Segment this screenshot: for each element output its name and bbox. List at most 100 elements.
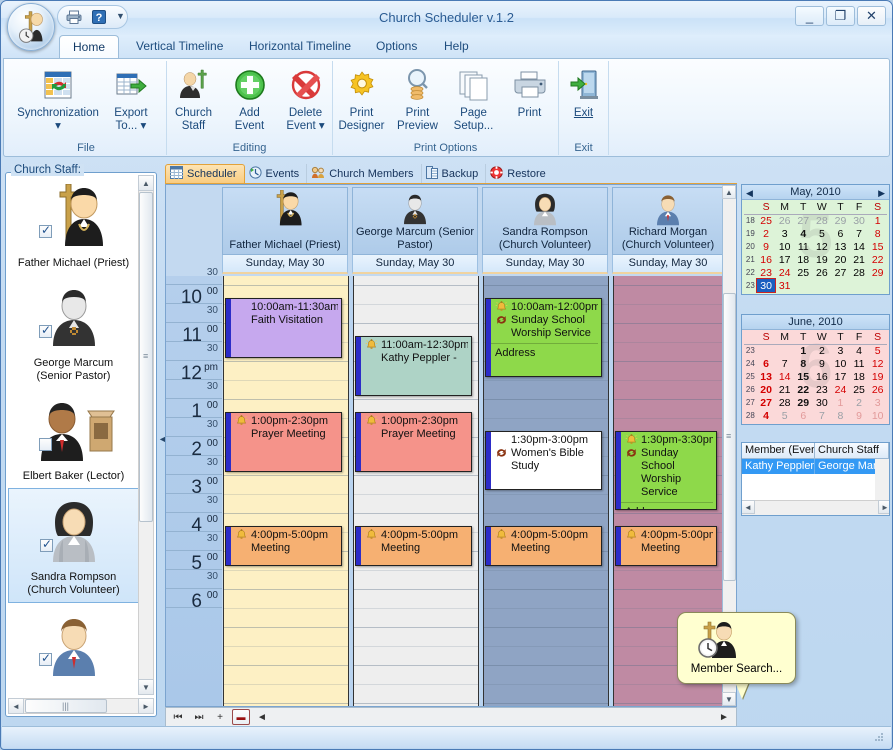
scroll-thumb[interactable]: ≡ [139, 192, 153, 522]
staff-checkbox[interactable] [39, 438, 52, 451]
scroll-left-arrow[interactable]: ◄ [253, 709, 271, 725]
add-event-button[interactable]: Add Event [222, 61, 278, 133]
calendar-day-cell[interactable]: 5 [813, 227, 832, 240]
calendar-day-cell[interactable]: 26 [775, 214, 794, 227]
calendar-day-cell[interactable]: 29 [831, 214, 850, 227]
resize-grip-icon[interactable] [873, 731, 887, 745]
member-search-results-grid[interactable]: Member (Ever Church Staff Kathy Peppler … [741, 442, 890, 516]
grid-row[interactable]: Kathy Peppler George Marcu [742, 459, 889, 474]
calendar-day-cell[interactable]: 3 [868, 396, 887, 409]
staff-checkbox[interactable] [39, 323, 52, 338]
calendar-day-cell[interactable]: 3 [775, 227, 794, 240]
calendar-event[interactable]: 10:00am-11:30am Faith Visitation [225, 298, 342, 358]
calendar-day-cell[interactable]: 18 [794, 253, 813, 266]
calendar-june-2010[interactable]: June, 2010 6 S M T W T F S 23 1 2 3 4 5 24 6 7 8 9… [741, 314, 890, 425]
calendar-day-cell[interactable]: 9 [850, 409, 869, 422]
calendar-day-cell[interactable]: 14 [775, 370, 794, 383]
calendar-day-cell[interactable]: 17 [775, 253, 794, 266]
calendar-day-cell[interactable]: 2 [850, 396, 869, 409]
calendar-day-cell[interactable]: 23 [757, 266, 776, 279]
staff-checkbox[interactable] [40, 537, 53, 552]
print-designer-button[interactable]: Print Designer [334, 61, 390, 133]
calendar-day-cell[interactable]: 9 [813, 357, 832, 370]
grid-column-header-member[interactable]: Member (Ever [742, 443, 815, 459]
calendar-day-cell[interactable]: 30 [755, 278, 777, 293]
calendar-event[interactable]: 4:00pm-5:00pm Meeting [615, 526, 717, 566]
staff-item-richard-morgan[interactable] [8, 603, 139, 687]
calendar-day-cell[interactable]: 12 [813, 240, 832, 253]
column-header-sandra-rompson[interactable]: Sandra Rompson (Church Volunteer) Sunday… [482, 187, 608, 276]
calendar-day-cell[interactable]: 2 [813, 344, 832, 357]
calendar-day-cell[interactable]: 1 [868, 214, 887, 227]
ribbon-tab-home[interactable]: Home [59, 35, 120, 58]
calendar-day-cell[interactable]: 5 [775, 409, 794, 422]
calendar-day-cell[interactable]: 31 [775, 279, 794, 292]
prev-month-icon[interactable]: ◀ [746, 186, 753, 201]
calendar-day-cell[interactable]: 18 [850, 370, 869, 383]
calendar-day-cell[interactable]: 6 [794, 409, 813, 422]
calendar-grid[interactable]: 6 S M T W T F S 23 1 2 3 4 5 24 6 7 8 9 10 11 12 25 13 1… [742, 330, 889, 424]
calendar-may-2010[interactable]: ◀ May, 2010 ▶ 5 S M T W T F S 18 25 26 27 28… [741, 184, 890, 295]
exit-button[interactable]: Exit [562, 61, 606, 120]
calendar-day-cell[interactable]: 19 [813, 253, 832, 266]
calendar-day-cell[interactable]: 20 [757, 383, 776, 396]
remove-record-icon[interactable]: ▬ [232, 709, 250, 725]
calendar-day-cell[interactable]: 28 [850, 266, 869, 279]
calendar-day-cell[interactable]: 17 [831, 370, 850, 383]
day-column-george-marcum[interactable]: 11:00am-12:30pm Kathy Peppler - 1:00pm-2:3… [353, 276, 479, 706]
scroll-up-arrow[interactable]: ▲ [138, 175, 154, 191]
calendar-day-cell[interactable]: 8 [868, 227, 887, 240]
tab-events[interactable]: Events [245, 164, 308, 183]
calendar-day-cell[interactable]: 10 [868, 409, 887, 422]
page-setup-button[interactable]: Page Setup... [446, 61, 502, 133]
calendar-day-cell[interactable]: 1 [794, 344, 813, 357]
calendar-day-cell[interactable]: 8 [831, 409, 850, 422]
staff-checkbox[interactable] [39, 223, 52, 238]
calendar-day-cell[interactable]: 2 [757, 227, 776, 240]
scroll-thumb[interactable]: ≡ [723, 293, 736, 581]
calendar-day-cell[interactable]: 4 [850, 344, 869, 357]
calendar-day-cell[interactable]: 30 [813, 396, 832, 409]
calendar-day-cell[interactable]: 7 [850, 227, 869, 240]
grid-column-header-church-staff[interactable]: Church Staff [815, 443, 889, 459]
calendar-event[interactable]: 10:00am-12:00pm Sunday School Worship Serv… [485, 298, 602, 377]
calendar-event[interactable]: 1:30pm-3:00pm Women's Bible Study [485, 431, 602, 490]
calendar-day-cell[interactable]: 29 [868, 266, 887, 279]
calendar-day-cell[interactable]: 9 [757, 240, 776, 253]
scroll-right-arrow[interactable]: ► [715, 709, 733, 725]
calendar-day-cell[interactable]: 15 [868, 240, 887, 253]
delete-event-button[interactable]: Delete Event ▾ [278, 61, 334, 133]
church-staff-button[interactable]: Church Staff [166, 61, 222, 133]
calendar-day-cell[interactable]: 28 [775, 396, 794, 409]
calendar-day-cell[interactable]: 11 [794, 240, 813, 253]
first-record-icon[interactable]: ⏮ [169, 709, 187, 725]
calendar-day-cell[interactable]: 27 [757, 396, 776, 409]
tab-church-members[interactable]: Church Members [307, 164, 422, 183]
calendar-day-cell[interactable]: 4 [794, 227, 813, 240]
ribbon-tab-options[interactable]: Options [363, 35, 430, 58]
application-menu-orb[interactable] [7, 3, 55, 51]
calendar-day-cell[interactable]: 5 [868, 344, 887, 357]
calendar-event[interactable]: 4:00pm-5:00pm Meeting [225, 526, 342, 566]
delete-event-label-2[interactable]: Event ▾ [286, 120, 324, 132]
export-label-2[interactable]: To... ▾ [116, 120, 147, 132]
calendar-event[interactable]: 11:00am-12:30pm Kathy Peppler - [355, 336, 472, 396]
calendar-day-cell[interactable]: 6 [831, 227, 850, 240]
print-preview-button[interactable]: Print Preview [390, 61, 446, 133]
calendar-day-cell[interactable]: 29 [794, 396, 813, 409]
calendar-day-cell[interactable]: 13 [757, 370, 776, 383]
calendar-event[interactable]: 1:00pm-2:30pm Prayer Meeting [225, 412, 342, 472]
staff-item-elbert-baker[interactable]: Elbert Baker (Lector) [8, 388, 139, 488]
calendar-day-cell[interactable]: 22 [868, 253, 887, 266]
calendar-day-cell[interactable]: 12 [868, 357, 887, 370]
calendar-day-cell[interactable]: 4 [757, 409, 776, 422]
calendar-event[interactable]: 4:00pm-5:00pm Meeting [485, 526, 602, 566]
grid-horizontal-scrollbar[interactable]: ◄ ► [742, 500, 889, 515]
scroll-left-arrow[interactable]: ◄ [742, 500, 755, 514]
scroll-left-arrow[interactable]: ◄ [8, 698, 24, 714]
staff-item-sandra-rompson[interactable]: Sandra Rompson(Church Volunteer) [8, 488, 139, 603]
staff-item-george-marcum[interactable]: George Marcum(Senior Pastor) [8, 275, 139, 388]
calendar-day-cell[interactable]: 25 [850, 383, 869, 396]
calendar-day-cell[interactable]: 6 [757, 357, 776, 370]
ribbon-tab-horizontal-timeline[interactable]: Horizontal Timeline [236, 35, 364, 58]
